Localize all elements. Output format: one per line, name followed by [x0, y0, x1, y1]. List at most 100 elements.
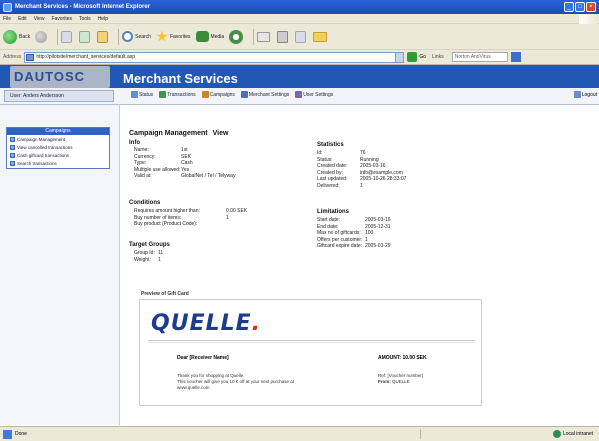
home-icon — [97, 30, 109, 43]
history-button[interactable] — [229, 29, 245, 44]
close-button[interactable]: × — [586, 2, 596, 12]
nav-campaigns[interactable]: Campaigns — [201, 91, 235, 98]
go-arrow-icon — [407, 52, 418, 62]
nav-transactions[interactable]: Transactions — [159, 91, 196, 98]
status-text: Done — [15, 431, 27, 437]
toolbar: Back Search Favorites Media — [0, 24, 599, 50]
refresh-icon — [79, 30, 91, 43]
sidebar-item-label: Cash giftcard transactions — [17, 152, 70, 158]
voucher-from: From: QUELLE — [378, 379, 423, 385]
back-arrow-icon — [3, 29, 17, 44]
limitations-section: Start date: 2005-03-16 End date: 2005-12-3… — [317, 217, 391, 250]
stop-button[interactable] — [61, 30, 74, 43]
limitations-key: Offers per customer: — [317, 236, 363, 243]
app-header: DAUTOSC Merchant Services User: Anders A… — [0, 65, 599, 105]
maximize-button[interactable]: □ — [575, 2, 585, 12]
mail-button[interactable] — [257, 31, 272, 42]
info-key: Name: — [134, 147, 149, 153]
mail-icon — [257, 31, 271, 42]
menu-favorites[interactable]: Favorites — [51, 16, 72, 22]
sidebar-item-cash-giftcard[interactable]: Cash giftcard transactions — [7, 151, 109, 159]
merchant-settings-icon — [240, 91, 248, 98]
folder-button[interactable] — [313, 31, 329, 42]
limitations-row: Offers per customer: 1 — [317, 237, 391, 244]
target-groups-title: Target Groups — [129, 242, 170, 248]
minimize-button[interactable]: _ — [564, 2, 574, 12]
refresh-button[interactable] — [79, 30, 92, 43]
favorites-label: Favorites — [169, 33, 191, 40]
menu-help[interactable]: Help — [98, 16, 108, 22]
statistics-key: Created date: — [317, 163, 348, 170]
go-button[interactable]: Go — [407, 52, 426, 62]
address-dropdown-button[interactable] — [395, 51, 405, 63]
document-icon — [10, 144, 15, 150]
info-value: GlobalNet / Tel / Telyway — [181, 173, 236, 180]
info-row: Valid at: GlobalNet / Tel / Telyway — [134, 173, 236, 180]
statistics-value: 1 — [360, 182, 363, 189]
statistics-row: Created by: info@example.com — [317, 170, 406, 177]
search-button[interactable]: Search — [122, 31, 151, 42]
limitations-value: 2005-03-29 — [365, 243, 391, 250]
info-row: Name: 1st — [134, 147, 236, 154]
quelle-logo-dot: . — [251, 311, 262, 336]
receiver-greeting: Dear [Receiver Name] — [177, 355, 229, 361]
ie-icon — [3, 2, 12, 12]
forward-button[interactable] — [35, 30, 49, 43]
menu-file[interactable]: File — [3, 16, 11, 22]
sidebar-item-cancelled-transactions[interactable]: View cancelled transactions — [7, 143, 109, 151]
gift-card-preview: QUELLE. Dear [Receiver Name] AMOUNT: 10.… — [139, 299, 482, 406]
conditions-row: Buy product (Product Code): — [134, 221, 247, 228]
stop-icon — [61, 30, 73, 43]
home-button[interactable] — [97, 30, 110, 43]
norton-antivirus-button[interactable]: Norton AntiVirus — [451, 52, 508, 62]
nav-status-label: Status — [139, 91, 154, 98]
address-label: Address — [3, 54, 22, 60]
menu-tools[interactable]: Tools — [79, 16, 91, 22]
logout-button[interactable]: Logout — [573, 91, 597, 98]
main-nav: Status Transactions Campaigns Merchant S… — [131, 91, 339, 98]
app-title: Merchant Services — [123, 71, 238, 86]
menu-edit[interactable]: Edit — [18, 16, 27, 22]
quelle-logo-text: QUELLE — [151, 311, 252, 336]
target-key: Weight: — [134, 256, 151, 263]
statistics-value: 2005-03-16 — [360, 163, 386, 170]
target-row: Group Id: 11 — [134, 250, 163, 257]
statistics-section: Id: 76 Status: Running Created date: 2005-0… — [317, 150, 406, 190]
logout-label: Logout — [581, 91, 597, 98]
windows-logo-icon — [579, 14, 597, 24]
nav-status[interactable]: Status — [131, 91, 153, 98]
sidebar-item-search-transactions[interactable]: Search transactions — [7, 159, 109, 167]
extension-icon[interactable] — [510, 52, 521, 62]
conditions-section: Requires amount higher than: 0.00 SEK Buy… — [134, 208, 247, 228]
edit-button[interactable] — [295, 30, 308, 43]
print-button[interactable] — [277, 30, 290, 43]
search-icon — [122, 31, 134, 42]
statistics-key: Created by: — [317, 169, 343, 176]
info-section: Name: 1st Currency: SEK Type: Cash Multiple… — [134, 147, 236, 180]
menu-view[interactable]: View — [34, 16, 45, 22]
nav-transactions-label: Transactions — [167, 91, 196, 98]
forward-arrow-icon — [35, 30, 48, 43]
favorites-button[interactable]: Favorites — [156, 30, 191, 43]
status-divider — [420, 429, 421, 439]
nav-merchant-settings-label: Merchant Settings — [248, 91, 290, 98]
gift-message-line: www.quelle.com — [177, 385, 210, 390]
logout-icon — [573, 91, 581, 98]
statistics-value: 2005-10-26 28:33:07 — [360, 176, 407, 183]
page-done-icon — [3, 429, 12, 439]
sidebar-item-campaign-management[interactable]: Campaign Management — [7, 135, 109, 143]
target-value: 11 — [158, 250, 164, 256]
sidebar-item-label: View cancelled transactions — [17, 144, 73, 150]
sidebar-item-label: Search transactions — [17, 160, 57, 166]
nav-merchant-settings[interactable]: Merchant Settings — [240, 91, 290, 98]
info-key: Valid at: — [134, 173, 152, 180]
media-button[interactable]: Media — [195, 31, 224, 42]
statistics-row: Last updated: 2005-10-26 28:33:07 — [317, 176, 406, 183]
statistics-key: Id: — [317, 150, 323, 156]
back-button[interactable]: Back — [3, 29, 30, 44]
links-button[interactable]: Links — [432, 54, 444, 60]
info-row: Currency: SEK — [134, 154, 236, 161]
address-input[interactable]: http://pilotsite/merchant_services/defau… — [24, 51, 397, 63]
nav-user-settings[interactable]: User Settings — [295, 91, 333, 98]
campaigns-icon — [201, 91, 209, 98]
